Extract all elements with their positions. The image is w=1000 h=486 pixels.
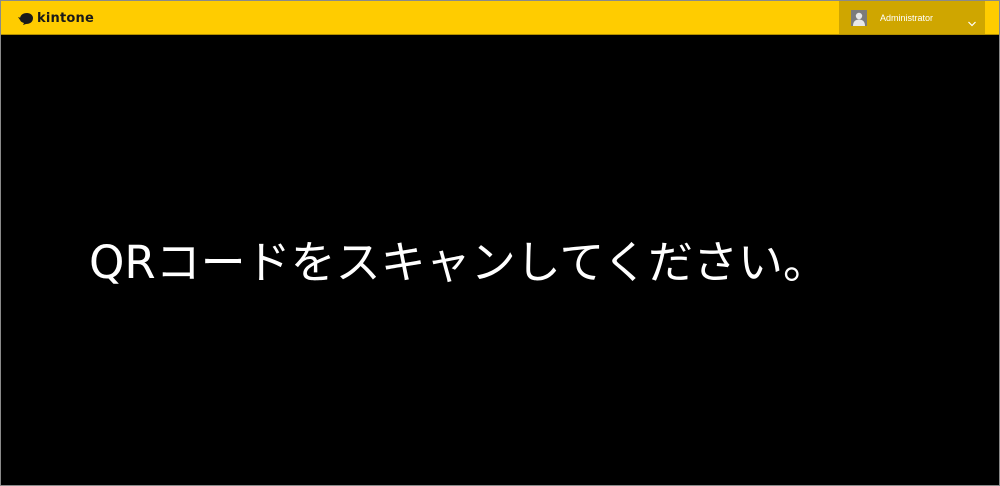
user-name: Administrator — [880, 12, 934, 23]
app-window: kintone Administrator QRコードをスキャンしてください。 — [0, 0, 1000, 486]
logo-text: kintone — [37, 10, 94, 26]
scan-instruction-message: QRコードをスキャンしてください。 — [89, 236, 828, 289]
user-menu[interactable]: Administrator — [839, 1, 985, 34]
user-avatar-icon — [851, 9, 867, 26]
top-header: kintone Administrator — [1, 1, 999, 35]
chevron-down-icon[interactable] — [967, 13, 977, 27]
kintone-bird-icon — [18, 11, 34, 25]
kintone-logo[interactable]: kintone — [18, 9, 94, 27]
